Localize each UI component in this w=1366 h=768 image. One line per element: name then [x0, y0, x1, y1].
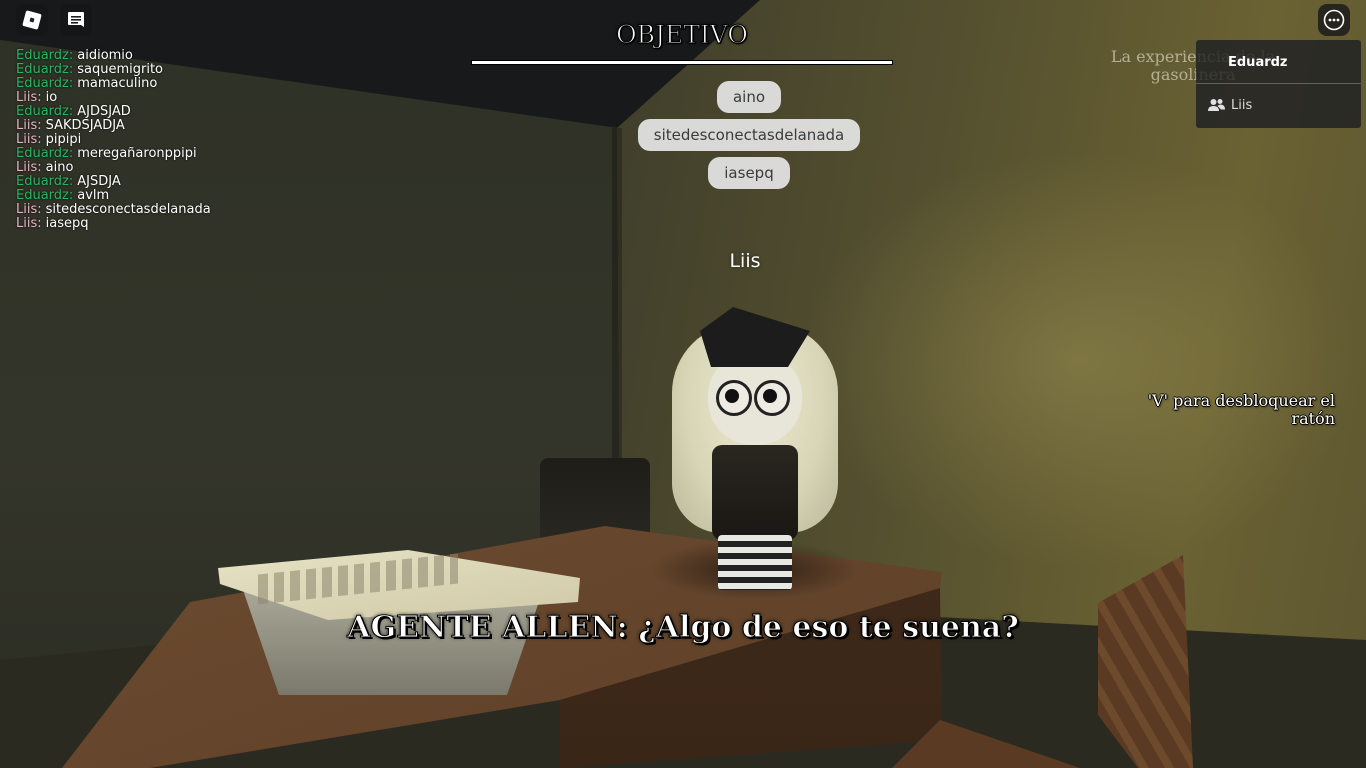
chat-text: pipipi [45, 132, 82, 147]
chat-author: Eduardz: [16, 188, 74, 203]
chat-message: Eduardz: aidiomio [16, 49, 336, 63]
chat-message: Eduardz: AJSDJA [16, 175, 336, 189]
friends-icon [1208, 99, 1225, 111]
chat-text: avlm [77, 188, 110, 203]
objective-divider [472, 61, 892, 64]
chat-toggle-button[interactable] [60, 4, 92, 36]
chat-text: iasepq [45, 216, 89, 231]
wall-light-glow [800, 150, 1360, 570]
mouse-unlock-hint: 'V' para desbloquear el ratón [1147, 391, 1335, 428]
chat-author: Eduardz: [16, 174, 74, 189]
chat-bubble: iasepq [708, 157, 790, 189]
chat-author: Eduardz: [16, 146, 74, 161]
player-nametag: Liis [729, 250, 761, 272]
chat-icon [68, 12, 84, 27]
more-options-button[interactable] [1318, 4, 1350, 36]
chat-text: AJDSJAD [77, 104, 131, 119]
chat-text: meregañaronppipi [77, 146, 197, 161]
chat-message: Liis: iasepq [16, 217, 336, 231]
chat-author: Eduardz: [16, 76, 74, 91]
chat-text: SAKDSJADJA [45, 118, 125, 133]
chat-text: io [45, 90, 58, 105]
chat-text: AJSDJA [77, 174, 121, 189]
player-list: Eduardz Liis [1196, 40, 1361, 128]
player-list-item[interactable]: Liis [1196, 84, 1361, 126]
objective-title: OBJETIVO [616, 20, 749, 50]
chat-message: Eduardz: AJDSJAD [16, 105, 336, 119]
chat-author: Liis: [16, 90, 42, 105]
more-options-icon [1323, 9, 1345, 31]
chat-author: Liis: [16, 216, 42, 231]
chat-message: Eduardz: meregañaronppipi [16, 147, 336, 161]
chat-message: Eduardz: saquemigrito [16, 63, 336, 77]
chat-message: Liis: aino [16, 161, 336, 175]
chat-log: Eduardz: aidiomio Eduardz: saquemigrito Edua… [16, 49, 336, 231]
chat-message: Liis: pipipi [16, 133, 336, 147]
chat-author: Liis: [16, 132, 42, 147]
chat-text: aidiomio [77, 48, 133, 63]
chat-bubbles: aino sitedesconectasdelanada iasepq [560, 81, 938, 195]
chat-text: aino [45, 160, 74, 175]
chat-author: Eduardz: [16, 48, 74, 63]
chat-author: Eduardz: [16, 104, 74, 119]
player-list-header[interactable]: Eduardz [1196, 40, 1361, 84]
npc-dialogue: AGENTE ALLEN: ¿Algo de eso te suena? [347, 610, 1020, 646]
roblox-menu-button[interactable] [16, 4, 48, 36]
chat-message: Eduardz: mamaculino [16, 77, 336, 91]
chat-text: mamaculino [77, 76, 158, 91]
chat-bubble: sitedesconectasdelanada [637, 119, 861, 151]
chat-bubble: aino [716, 81, 782, 113]
chat-text: saquemigrito [77, 62, 164, 77]
roblox-logo-icon [22, 10, 42, 30]
chat-author: Liis: [16, 202, 42, 217]
chat-message: Liis: SAKDSJADJA [16, 119, 336, 133]
chat-message: Liis: sitedesconectasdelanada [16, 203, 336, 217]
player-name: Liis [1231, 97, 1253, 113]
chat-message: Eduardz: avlm [16, 189, 336, 203]
chat-author: Liis: [16, 160, 42, 175]
player-avatar [650, 285, 860, 605]
chat-text: sitedesconectasdelanada [45, 202, 211, 217]
chat-author: Liis: [16, 118, 42, 133]
chat-author: Eduardz: [16, 62, 74, 77]
chat-message: Liis: io [16, 91, 336, 105]
